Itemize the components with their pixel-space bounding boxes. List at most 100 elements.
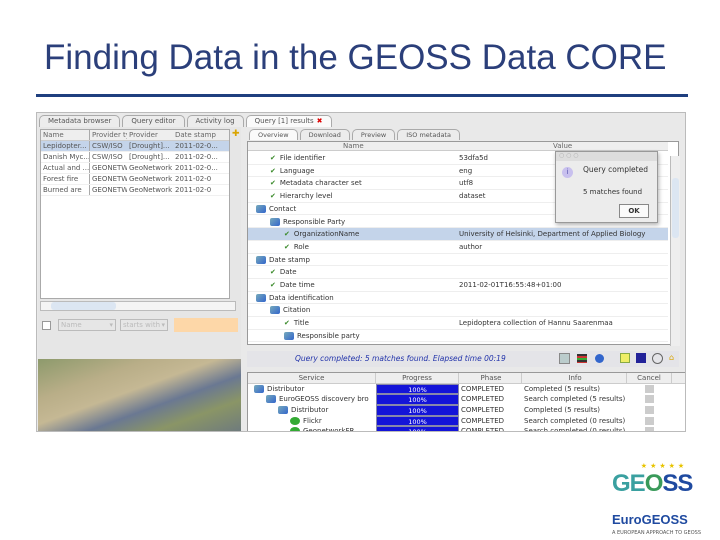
filter-text-input[interactable] <box>174 318 238 332</box>
col-value: Value <box>553 142 573 150</box>
tab-query-results[interactable]: Query [1] results ✖ <box>245 115 332 127</box>
tree-node: ✔ Role <box>284 241 309 253</box>
info-icon[interactable] <box>595 354 604 363</box>
check-icon: ✔ <box>270 179 276 188</box>
tab-overview[interactable]: Overview <box>249 129 298 140</box>
node-name: Title <box>293 319 309 328</box>
cancel-cell <box>627 416 672 427</box>
table-cell: Burned are <box>43 186 82 194</box>
filter-operator-select[interactable]: starts with ▾ <box>120 319 168 331</box>
table-row[interactable]: Lepidopter... CSW/ISO [Drought]... 2011-02-… <box>41 141 229 152</box>
distributor-icon <box>254 384 264 393</box>
job-row[interactable]: GeonetworkFR 100%COMPLETED Search complete… <box>248 426 685 431</box>
col-phase: Phase <box>459 373 522 383</box>
service-label: Distributor <box>267 384 305 393</box>
col-name[interactable]: Name <box>41 130 89 140</box>
dialog-title: Query completed <box>583 165 648 174</box>
table-row[interactable]: Burned are GEONETW GeoNetwork 2011-02-0 <box>41 185 229 196</box>
tree-row[interactable]: ✔ Date <box>248 266 668 279</box>
service-label: EuroGEOSS discovery bro <box>279 395 369 404</box>
node-value: 2011-02-01T16:55:48+01:00 <box>459 281 562 289</box>
tab-metadata-browser[interactable]: Metadata browser <box>39 115 121 127</box>
col-cancel: Cancel <box>627 373 672 383</box>
tree-row[interactable]: Responsible party <box>248 330 668 343</box>
service-name: Distributor <box>248 384 376 395</box>
tab-iso-metadata[interactable]: ISO metadata <box>397 129 460 140</box>
tree-node: Data identification <box>256 292 334 304</box>
folder-icon <box>256 255 266 264</box>
tree-node: ✔ Hierarchy level <box>270 190 333 202</box>
cancel-cell <box>627 394 672 405</box>
tree-node: Responsible party <box>284 330 360 342</box>
horizontal-scrollbar[interactable] <box>40 301 236 311</box>
job-row[interactable]: Flickr 100% COMPLETED Search completed (0 r… <box>248 415 685 427</box>
table-cell: GeoNetwork <box>129 186 173 194</box>
tree-row[interactable]: ✔ OrganizationName University of Helsinki,… <box>248 228 668 241</box>
table-icon[interactable] <box>577 354 587 363</box>
node-name: Responsible party <box>297 331 360 340</box>
distributor-icon <box>266 395 276 404</box>
tab-download[interactable]: Download <box>299 129 350 140</box>
tree-node: ✔ Date time <box>270 279 315 291</box>
cancel-button[interactable] <box>645 384 654 393</box>
tree-row[interactable]: ✔ Title Lepidoptera collection of Hannu Sa… <box>248 317 668 330</box>
tree-row[interactable]: Data identification <box>248 292 668 305</box>
cancel-button[interactable] <box>645 416 654 425</box>
progress-bar: 100% <box>376 426 459 431</box>
cancel-button[interactable] <box>645 395 654 404</box>
table-row[interactable]: Actual and ...GEONETW...GeoNetwork2011-0… <box>41 163 229 174</box>
lock-icon[interactable]: ⌂ <box>669 353 674 362</box>
eurogeoss-logo: ★★★★★ GEOSS EuroGEOSS A EUROPEAN APPROAC… <box>608 462 720 540</box>
job-row[interactable]: EuroGEOSS discovery bro 100% COMPLETED Sear… <box>248 394 685 406</box>
tree-header: Name Value <box>248 142 668 151</box>
minimize-icon[interactable] <box>652 353 663 364</box>
cancel-button[interactable] <box>645 406 654 415</box>
col-provider-type[interactable]: Provider type <box>89 130 127 140</box>
tree-row[interactable]: Date stamp <box>248 254 668 267</box>
screen-icon[interactable] <box>636 353 646 363</box>
export-icon[interactable] <box>620 353 630 363</box>
node-value: University of Helsinki, Department of Ap… <box>459 230 646 239</box>
check-icon: ✔ <box>284 319 290 328</box>
cancel-button[interactable] <box>645 427 654 431</box>
tree-row[interactable]: ✔ Date time 2011-02-01T16:55:48+01:00 <box>248 279 668 292</box>
node-name: File identifier <box>279 154 326 162</box>
job-row[interactable]: Distributor 100% COMPLETED Completed (5 res… <box>248 383 685 395</box>
job-row[interactable]: Distributor 100% COMPLETED Completed (5 res… <box>248 405 685 416</box>
ok-button[interactable]: OK <box>619 204 649 218</box>
tree-row[interactable]: Citation <box>248 304 668 318</box>
folder-icon <box>270 306 280 315</box>
node-name: OrganizationName <box>293 230 360 239</box>
check-icon: ✔ <box>284 242 290 251</box>
progress-bar: 100% <box>376 405 459 416</box>
tab-query-editor[interactable]: Query editor <box>122 115 185 127</box>
tree-row[interactable]: ✔ Role author <box>248 241 668 254</box>
col-provider[interactable]: Provider <box>127 130 173 140</box>
table-row[interactable]: Danish Myc... CSW/ISO [Drought]... 2011-02-… <box>41 152 229 163</box>
tab-activity-log[interactable]: Activity log <box>186 115 244 127</box>
window-controls[interactable]: ○ ○ ○ <box>556 152 657 161</box>
filter-field-select[interactable]: Name ▾ <box>58 319 116 331</box>
globe-icon[interactable] <box>559 353 570 364</box>
table-cell: GEONETW... <box>89 163 127 173</box>
tab-preview[interactable]: Preview <box>351 129 396 140</box>
table-cell: GeoNetwork <box>129 175 173 183</box>
table-row[interactable]: Forest fire GEONETW GeoNetwork 2011-02-0 <box>41 174 229 185</box>
jobs-table: Service Progress Phase Info Cancel Distr… <box>247 372 685 431</box>
tree-node: ✔ Title <box>284 317 309 329</box>
check-icon: ✔ <box>270 281 276 289</box>
filter-checkbox[interactable] <box>42 321 51 330</box>
phase: COMPLETED <box>461 416 505 425</box>
node-name: Role <box>293 242 309 251</box>
table-cell: [Drought]... <box>129 153 170 161</box>
folder-icon <box>256 293 266 302</box>
vertical-scrollbar[interactable] <box>670 156 680 346</box>
world-map[interactable] <box>38 359 241 431</box>
col-date-stamp[interactable]: Date stamp <box>173 130 225 140</box>
service-name: EuroGEOSS discovery bro <box>248 394 376 405</box>
node-value: 53dfa5d <box>459 154 489 162</box>
folder-icon <box>270 217 280 226</box>
close-icon[interactable]: ✖ <box>317 117 323 125</box>
node-name: Metadata character set <box>279 179 362 188</box>
add-column-icon[interactable]: ✚ <box>232 129 240 139</box>
